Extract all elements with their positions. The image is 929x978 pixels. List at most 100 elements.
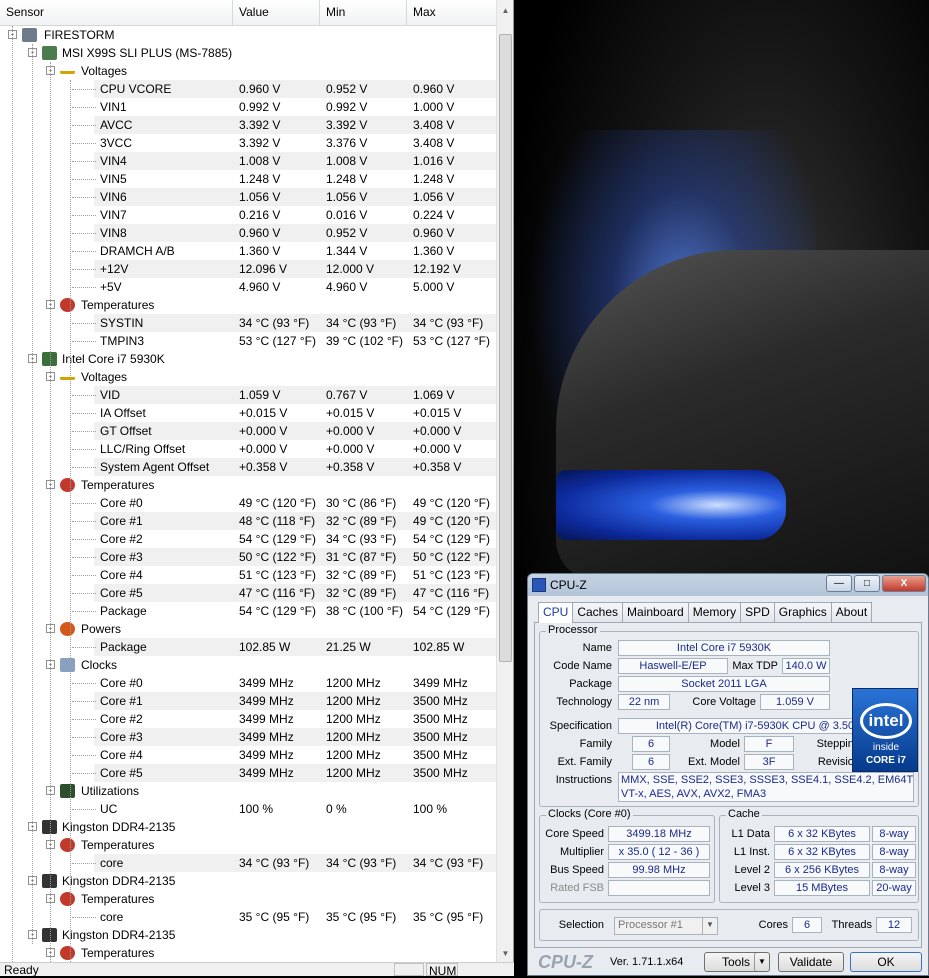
level3-ways: 20-way bbox=[872, 880, 916, 896]
tab-graphics[interactable]: Graphics bbox=[773, 602, 832, 622]
maxtdp-value: 140.0 W bbox=[782, 658, 830, 674]
sensor-row[interactable]: core 34 °C (93 °F) 34 °C (93 °F) 34 °C (93 … bbox=[0, 854, 496, 872]
tree-node[interactable]: - MSI X99S SLI PLUS (MS-7885) bbox=[0, 44, 496, 62]
close-button[interactable]: X bbox=[882, 575, 926, 592]
scroll-down-icon[interactable]: ▼ bbox=[498, 945, 513, 962]
tree-guide-line bbox=[12, 26, 13, 962]
sensor-min: 0.952 V bbox=[326, 226, 368, 240]
ok-button[interactable]: OK bbox=[850, 952, 922, 972]
sensor-row[interactable]: Package 102.85 W 21.25 W 102.85 W bbox=[0, 638, 496, 656]
sensor-row[interactable]: 3VCC 3.392 V 3.376 V 3.408 V bbox=[0, 134, 496, 152]
sensor-row[interactable]: VIN1 0.992 V 0.992 V 1.000 V bbox=[0, 98, 496, 116]
sensor-value: 3499 MHz bbox=[239, 730, 294, 744]
tree-node[interactable]: - Temperatures bbox=[0, 944, 496, 962]
sensor-name: VIN5 bbox=[100, 172, 127, 186]
sensor-row[interactable]: +12V 12.096 V 12.000 V 12.192 V bbox=[0, 260, 496, 278]
sensor-min: 0 % bbox=[326, 802, 347, 816]
sensor-row[interactable]: GT Offset +0.000 V +0.000 V +0.000 V bbox=[0, 422, 496, 440]
tree-node[interactable]: - Kingston DDR4-2135 bbox=[0, 926, 496, 944]
sensor-row[interactable]: Package 54 °C (129 °F) 38 °C (100 °F) 54 °C… bbox=[0, 602, 496, 620]
intel-logo-inside: inside bbox=[872, 742, 900, 753]
extfamily-value: 6 bbox=[632, 754, 670, 770]
tree-node[interactable]: - Temperatures bbox=[0, 296, 496, 314]
column-value[interactable]: Value bbox=[233, 0, 320, 26]
sensor-row[interactable]: VIN4 1.008 V 1.008 V 1.016 V bbox=[0, 152, 496, 170]
scroll-thumb[interactable] bbox=[499, 34, 512, 662]
column-min[interactable]: Min bbox=[320, 0, 407, 26]
sensor-row[interactable]: VID 1.059 V 0.767 V 1.069 V bbox=[0, 386, 496, 404]
sensor-row[interactable]: Core #0 3499 MHz 1200 MHz 3499 MHz bbox=[0, 674, 496, 692]
sensor-row[interactable]: TMPIN3 53 °C (127 °F) 39 °C (102 °F) 53 °C … bbox=[0, 332, 496, 350]
name-label: Name bbox=[582, 642, 612, 654]
sensor-tree[interactable]: - FIRESTORM - MSI X99S SLI PLUS (MS-7885) - V… bbox=[0, 26, 496, 962]
chevron-down-icon[interactable]: ▼ bbox=[702, 918, 717, 934]
tree-connector bbox=[72, 107, 96, 108]
tree-connector bbox=[72, 89, 96, 90]
sensor-row[interactable]: AVCC 3.392 V 3.392 V 3.408 V bbox=[0, 116, 496, 134]
tree-connector bbox=[72, 737, 96, 738]
processor-select[interactable]: Processor #1 ▼ bbox=[614, 917, 718, 935]
cpuz-app-icon bbox=[532, 578, 546, 592]
tree-node[interactable]: - FIRESTORM bbox=[0, 26, 496, 44]
sensor-row[interactable]: Core #3 50 °C (122 °F) 31 °C (87 °F) 50 °C … bbox=[0, 548, 496, 566]
tree-node[interactable]: - Intel Core i7 5930K bbox=[0, 350, 496, 368]
sensor-row[interactable]: Core #1 3499 MHz 1200 MHz 3500 MHz bbox=[0, 692, 496, 710]
cpuz-titlebar[interactable]: CPU-Z — □ X bbox=[528, 574, 928, 596]
tree-node[interactable]: - Clocks bbox=[0, 656, 496, 674]
sensor-row[interactable]: DRAMCH A/B 1.360 V 1.344 V 1.360 V bbox=[0, 242, 496, 260]
l1data-label: L1 Data bbox=[731, 828, 770, 840]
corespeed-value: 3499.18 MHz bbox=[608, 826, 710, 842]
sensor-row[interactable]: UC 100 % 0 % 100 % bbox=[0, 800, 496, 818]
vertical-scrollbar[interactable]: ▲ ▼ bbox=[496, 0, 513, 962]
sensor-row[interactable]: Core #5 3499 MHz 1200 MHz 3500 MHz bbox=[0, 764, 496, 782]
sensor-row[interactable]: Core #2 3499 MHz 1200 MHz 3500 MHz bbox=[0, 710, 496, 728]
sensor-max: 3500 MHz bbox=[413, 694, 468, 708]
node-label: Kingston DDR4-2135 bbox=[62, 874, 176, 888]
sensor-row[interactable]: Core #2 54 °C (129 °F) 34 °C (93 °F) 54 °C … bbox=[0, 530, 496, 548]
tree-node[interactable]: - Temperatures bbox=[0, 890, 496, 908]
tree-node[interactable]: - Kingston DDR4-2135 bbox=[0, 872, 496, 890]
sensor-row[interactable]: SYSTIN 34 °C (93 °F) 34 °C (93 °F) 34 °C (9… bbox=[0, 314, 496, 332]
sensor-row[interactable]: +5V 4.960 V 4.960 V 5.000 V bbox=[0, 278, 496, 296]
sensor-value: 0.216 V bbox=[239, 208, 281, 222]
sensor-row[interactable]: CPU VCORE 0.960 V 0.952 V 0.960 V bbox=[0, 80, 496, 98]
sensor-row[interactable]: System Agent Offset +0.358 V +0.358 V +0.35… bbox=[0, 458, 496, 476]
node-label: Kingston DDR4-2135 bbox=[62, 928, 176, 942]
tree-node[interactable]: - Powers bbox=[0, 620, 496, 638]
tab-spd[interactable]: SPD bbox=[740, 602, 775, 622]
tab-caches[interactable]: Caches bbox=[572, 602, 624, 622]
tree-node[interactable]: - Voltages bbox=[0, 368, 496, 386]
tab-mainboard[interactable]: Mainboard bbox=[622, 602, 689, 622]
tools-dropdown-icon[interactable]: ▼ bbox=[754, 952, 770, 972]
sensor-row[interactable]: Core #3 3499 MHz 1200 MHz 3500 MHz bbox=[0, 728, 496, 746]
sensor-row[interactable]: IA Offset +0.015 V +0.015 V +0.015 V bbox=[0, 404, 496, 422]
sensor-row[interactable]: VIN8 0.960 V 0.952 V 0.960 V bbox=[0, 224, 496, 242]
tree-node[interactable]: - Utilizations bbox=[0, 782, 496, 800]
sensor-row[interactable]: Core #1 48 °C (118 °F) 32 °C (89 °F) 49 °C … bbox=[0, 512, 496, 530]
sensor-row[interactable]: Core #5 47 °C (116 °F) 32 °C (89 °F) 47 °C … bbox=[0, 584, 496, 602]
sensor-row[interactable]: Core #0 49 °C (120 °F) 30 °C (86 °F) 49 °C … bbox=[0, 494, 496, 512]
sensor-row[interactable]: LLC/Ring Offset +0.000 V +0.000 V +0.000 V bbox=[0, 440, 496, 458]
sensor-row[interactable]: Core #4 51 °C (123 °F) 32 °C (89 °F) 51 °C … bbox=[0, 566, 496, 584]
tree-node[interactable]: - Kingston DDR4-2135 bbox=[0, 818, 496, 836]
maximize-button[interactable]: □ bbox=[854, 575, 880, 592]
minimize-button[interactable]: — bbox=[826, 575, 852, 592]
tree-node[interactable]: - Temperatures bbox=[0, 476, 496, 494]
validate-button[interactable]: Validate bbox=[778, 952, 844, 972]
sensor-row[interactable]: VIN7 0.216 V 0.016 V 0.224 V bbox=[0, 206, 496, 224]
scroll-up-icon[interactable]: ▲ bbox=[498, 2, 513, 19]
family-value: 6 bbox=[632, 736, 670, 752]
column-max[interactable]: Max bbox=[407, 0, 496, 26]
sensor-row[interactable]: VIN6 1.056 V 1.056 V 1.056 V bbox=[0, 188, 496, 206]
sensor-row[interactable]: VIN5 1.248 V 1.248 V 1.248 V bbox=[0, 170, 496, 188]
tree-node[interactable]: - Temperatures bbox=[0, 836, 496, 854]
sensor-row[interactable]: Core #4 3499 MHz 1200 MHz 3500 MHz bbox=[0, 746, 496, 764]
tab-about[interactable]: About bbox=[830, 602, 873, 622]
sensor-row[interactable]: core 35 °C (95 °F) 35 °C (95 °F) 35 °C (95 … bbox=[0, 908, 496, 926]
tab-memory[interactable]: Memory bbox=[687, 602, 742, 622]
column-sensor[interactable]: Sensor bbox=[0, 0, 233, 26]
tab-cpu[interactable]: CPU bbox=[538, 602, 574, 623]
sensor-value: 53 °C (127 °F) bbox=[239, 334, 316, 348]
sensor-max: 1.360 V bbox=[413, 244, 455, 258]
tree-node[interactable]: - Voltages bbox=[0, 62, 496, 80]
